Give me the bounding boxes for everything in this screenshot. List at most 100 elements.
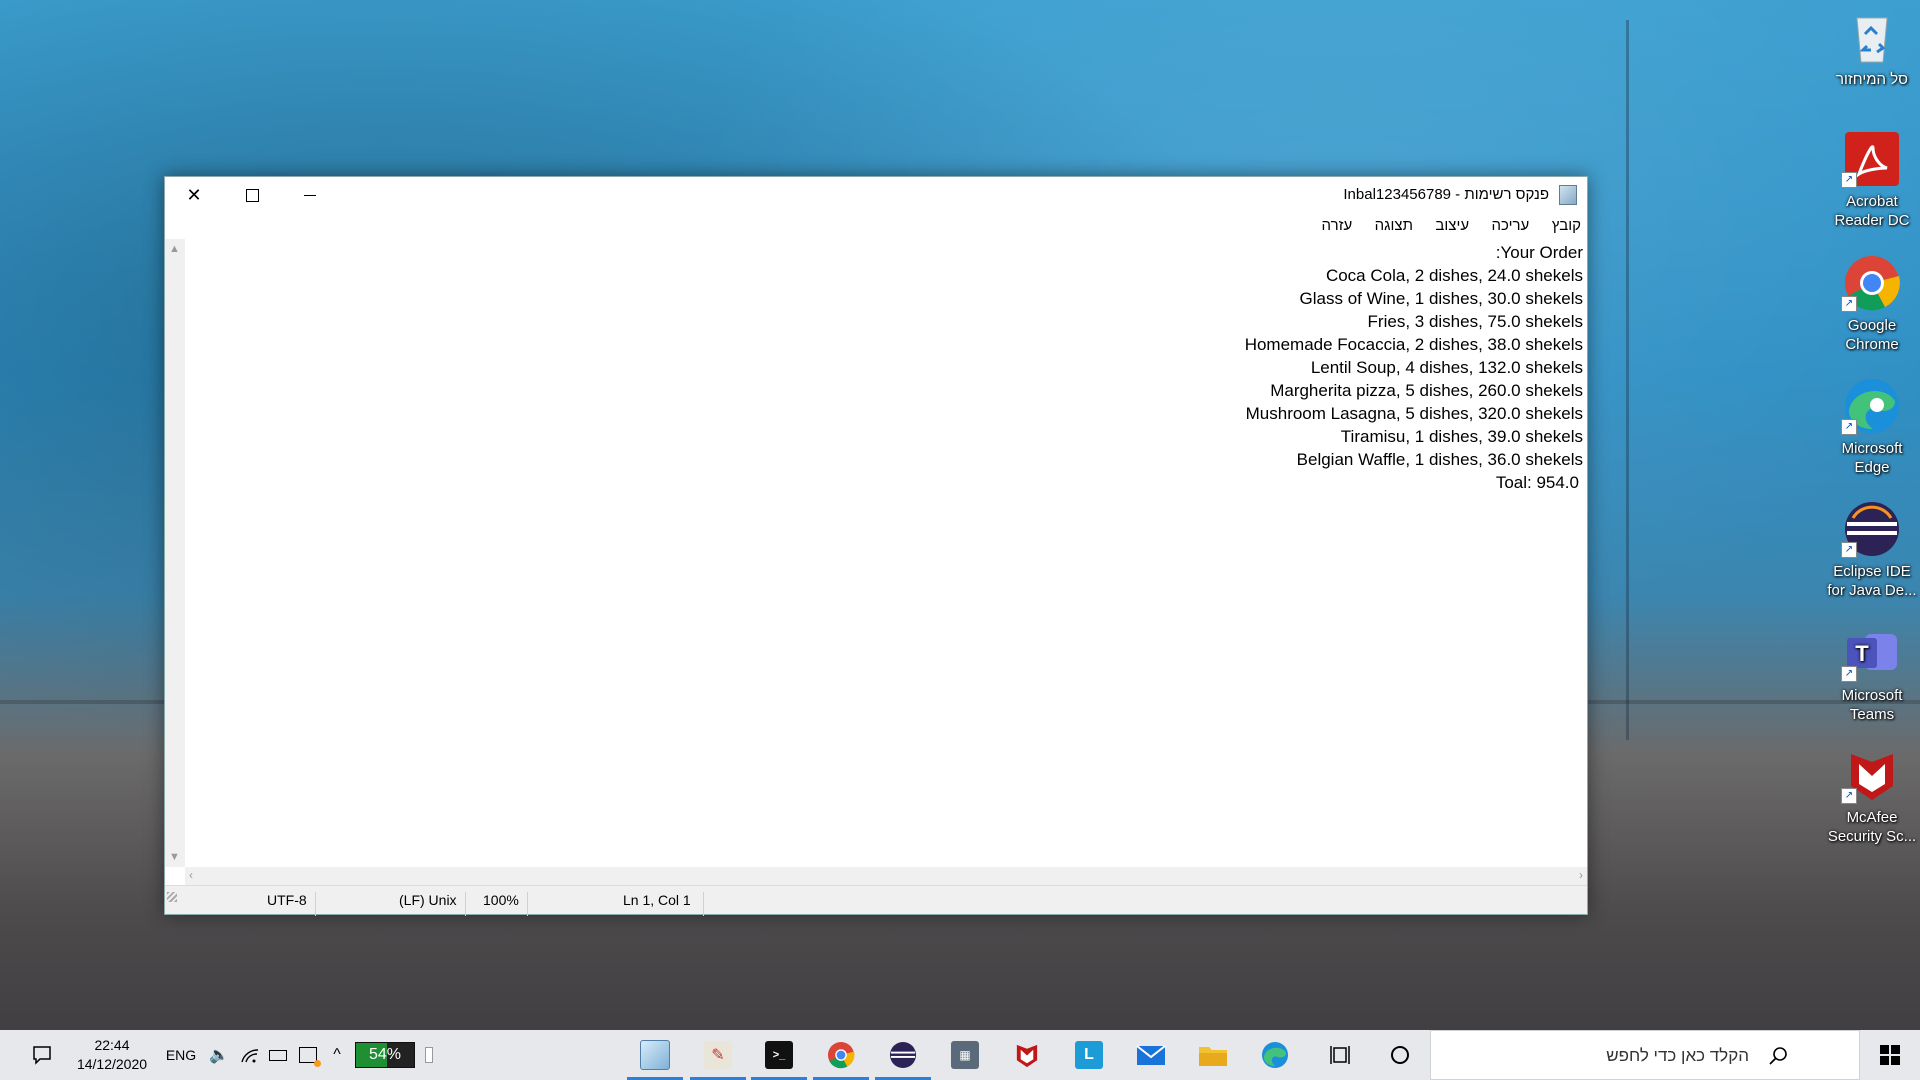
microsoft-edge-icon: ↗ bbox=[1841, 377, 1901, 435]
edge-icon bbox=[1261, 1041, 1289, 1069]
folder-icon bbox=[1199, 1047, 1227, 1066]
search-placeholder: הקלד כאן כדי לחפש bbox=[1606, 1046, 1749, 1065]
cortana-button[interactable] bbox=[1370, 1030, 1430, 1080]
svg-text:T: T bbox=[1855, 641, 1869, 666]
status-position: Ln 1, Col 1 bbox=[623, 892, 691, 908]
battery-icon bbox=[269, 1049, 287, 1061]
taskbar-file-explorer[interactable] bbox=[1183, 1030, 1243, 1080]
chevron-up-icon: ^ bbox=[333, 1046, 341, 1063]
recycle-bin-icon bbox=[1843, 8, 1901, 66]
shortcut-arrow-icon: ↗ bbox=[1841, 172, 1857, 188]
show-hidden-icons-button[interactable]: ^ bbox=[324, 1030, 350, 1080]
plug-icon bbox=[425, 1047, 433, 1063]
language-label: ENG bbox=[165, 1047, 197, 1063]
text-line: Toal: 954.0 bbox=[1495, 473, 1579, 492]
desktop-icon-label: Acrobat Reader DC bbox=[1834, 193, 1910, 229]
text-line: Lentil Soup, 4 dishes, 132.0 shekels bbox=[1310, 358, 1583, 377]
resize-grip-icon[interactable] bbox=[167, 892, 177, 902]
power-plug-button[interactable] bbox=[418, 1030, 440, 1080]
volume-button[interactable]: 🔈 bbox=[204, 1030, 234, 1080]
taskbar-calculator[interactable]: ▦ bbox=[935, 1030, 995, 1080]
mail-icon bbox=[1136, 1045, 1166, 1065]
task-view-button[interactable] bbox=[1310, 1030, 1370, 1080]
taskbar-mail[interactable] bbox=[1121, 1030, 1181, 1080]
maximize-button[interactable] bbox=[223, 177, 281, 213]
status-encoding: UTF-8 bbox=[267, 892, 307, 908]
tray-app-button[interactable] bbox=[294, 1030, 322, 1080]
network-button[interactable] bbox=[236, 1030, 264, 1080]
desktop-recycle-bin[interactable]: סל המיחזור bbox=[1826, 8, 1918, 89]
start-button[interactable] bbox=[1860, 1030, 1920, 1080]
desktop-google-chrome[interactable]: ↗ Google Chrome bbox=[1826, 254, 1918, 354]
clock-time: 22:44 bbox=[94, 1037, 130, 1053]
battery-percent: 54% bbox=[368, 1046, 402, 1063]
vertical-scrollbar[interactable]: ▲ ▼ bbox=[165, 239, 185, 867]
taskbar-notepad[interactable] bbox=[625, 1030, 685, 1080]
desktop-eclipse-ide[interactable]: ↗ Eclipse IDE for Java De... bbox=[1826, 500, 1918, 600]
taskbar-edge[interactable] bbox=[1245, 1030, 1305, 1080]
desktop-microsoft-teams[interactable]: T ↗ Microsoft Teams bbox=[1826, 624, 1918, 724]
scroll-right-icon[interactable]: › bbox=[1579, 868, 1583, 882]
shortcut-arrow-icon: ↗ bbox=[1841, 666, 1857, 682]
l-app-icon: L bbox=[1075, 1041, 1103, 1069]
mcafee-security-icon: ↗ bbox=[1841, 746, 1901, 804]
notepad-icon bbox=[640, 1040, 670, 1070]
taskbar-paint[interactable]: ✎ bbox=[688, 1030, 748, 1080]
shortcut-arrow-icon: ↗ bbox=[1841, 542, 1857, 558]
windows-logo-icon bbox=[1880, 1045, 1900, 1065]
desktop-mcafee-security[interactable]: ↗ McAfee Security Sc... bbox=[1826, 746, 1918, 846]
calculator-icon: ▦ bbox=[951, 1041, 979, 1069]
status-zoom: 100% bbox=[483, 892, 519, 908]
menu-view[interactable]: תצוגה bbox=[1366, 213, 1422, 239]
clock-date: 14/12/2020 bbox=[76, 1056, 148, 1072]
notepad-window[interactable]: ✕ Inbal123456789 - פנקס רשימות קובץ עריכ… bbox=[164, 176, 1588, 916]
title-bar[interactable]: ✕ Inbal123456789 - פנקס רשימות bbox=[165, 177, 1587, 213]
status-bar: UTF-8 (LF) Unix 100% Ln 1, Col 1 bbox=[165, 885, 1587, 916]
taskbar-l-app[interactable]: L bbox=[1059, 1030, 1119, 1080]
google-chrome-icon: ↗ bbox=[1841, 254, 1901, 312]
text-line: Fries, 3 dishes, 75.0 shekels bbox=[1367, 312, 1583, 331]
desktop-microsoft-edge[interactable]: ↗ Microsoft Edge bbox=[1826, 377, 1918, 477]
notepad-app-icon bbox=[1559, 185, 1577, 205]
scroll-up-icon[interactable]: ▲ bbox=[169, 243, 180, 255]
menu-format[interactable]: עיצוב bbox=[1426, 213, 1478, 239]
desktop-icon-label: Microsoft Edge bbox=[1841, 440, 1903, 476]
text-line: Glass of Wine, 1 dishes, 30.0 shekels bbox=[1299, 289, 1583, 308]
desktop-icon-label: McAfee Security Sc... bbox=[1827, 809, 1917, 845]
taskbar-mcafee[interactable] bbox=[997, 1030, 1057, 1080]
text-line: Your Order: bbox=[1495, 243, 1583, 262]
close-button[interactable]: ✕ bbox=[165, 177, 223, 213]
terminal-icon: >_ bbox=[765, 1041, 793, 1069]
taskbar-search-box[interactable]: הקלד כאן כדי לחפש bbox=[1430, 1030, 1860, 1080]
battery-meter[interactable]: 54% bbox=[355, 1042, 415, 1068]
search-icon bbox=[1769, 1047, 1787, 1065]
text-editor[interactable]: Your Order: Coca Cola, 2 dishes, 24.0 sh… bbox=[185, 239, 1587, 867]
status-separator bbox=[703, 892, 704, 916]
menu-edit[interactable]: עריכה bbox=[1483, 213, 1539, 239]
menu-file[interactable]: קובץ bbox=[1543, 213, 1587, 239]
desktop-icon-label: Microsoft Teams bbox=[1841, 687, 1903, 723]
cortana-icon bbox=[1391, 1046, 1409, 1064]
speaker-icon: 🔈 bbox=[209, 1047, 229, 1064]
action-center-button[interactable] bbox=[20, 1030, 64, 1080]
desktop-icon-label: סל המיחזור bbox=[1836, 71, 1908, 88]
battery-button[interactable] bbox=[266, 1030, 290, 1080]
maximize-icon bbox=[245, 188, 259, 202]
mcafee-icon bbox=[1016, 1044, 1038, 1068]
horizontal-scrollbar[interactable]: ‹ › bbox=[185, 867, 1587, 885]
wifi-icon bbox=[241, 1049, 259, 1063]
status-separator bbox=[315, 892, 316, 916]
shortcut-arrow-icon: ↗ bbox=[1841, 419, 1857, 435]
scroll-down-icon[interactable]: ▼ bbox=[169, 851, 180, 863]
text-line: Belgian Waffle, 1 dishes, 36.0 shekels bbox=[1296, 450, 1583, 469]
language-indicator[interactable]: ENG bbox=[162, 1030, 200, 1080]
microsoft-teams-icon: T ↗ bbox=[1841, 624, 1901, 682]
minimize-button[interactable] bbox=[281, 177, 339, 213]
scroll-left-icon[interactable]: ‹ bbox=[189, 868, 193, 882]
system-clock[interactable]: 22:44 14/12/2020 bbox=[66, 1036, 158, 1074]
desktop-acrobat-reader[interactable]: ↗ Acrobat Reader DC bbox=[1826, 130, 1918, 230]
taskbar-terminal[interactable]: >_ bbox=[749, 1030, 809, 1080]
taskbar-chrome[interactable] bbox=[811, 1030, 871, 1080]
menu-help[interactable]: עזרה bbox=[1313, 213, 1362, 239]
taskbar-eclipse[interactable] bbox=[873, 1030, 933, 1080]
